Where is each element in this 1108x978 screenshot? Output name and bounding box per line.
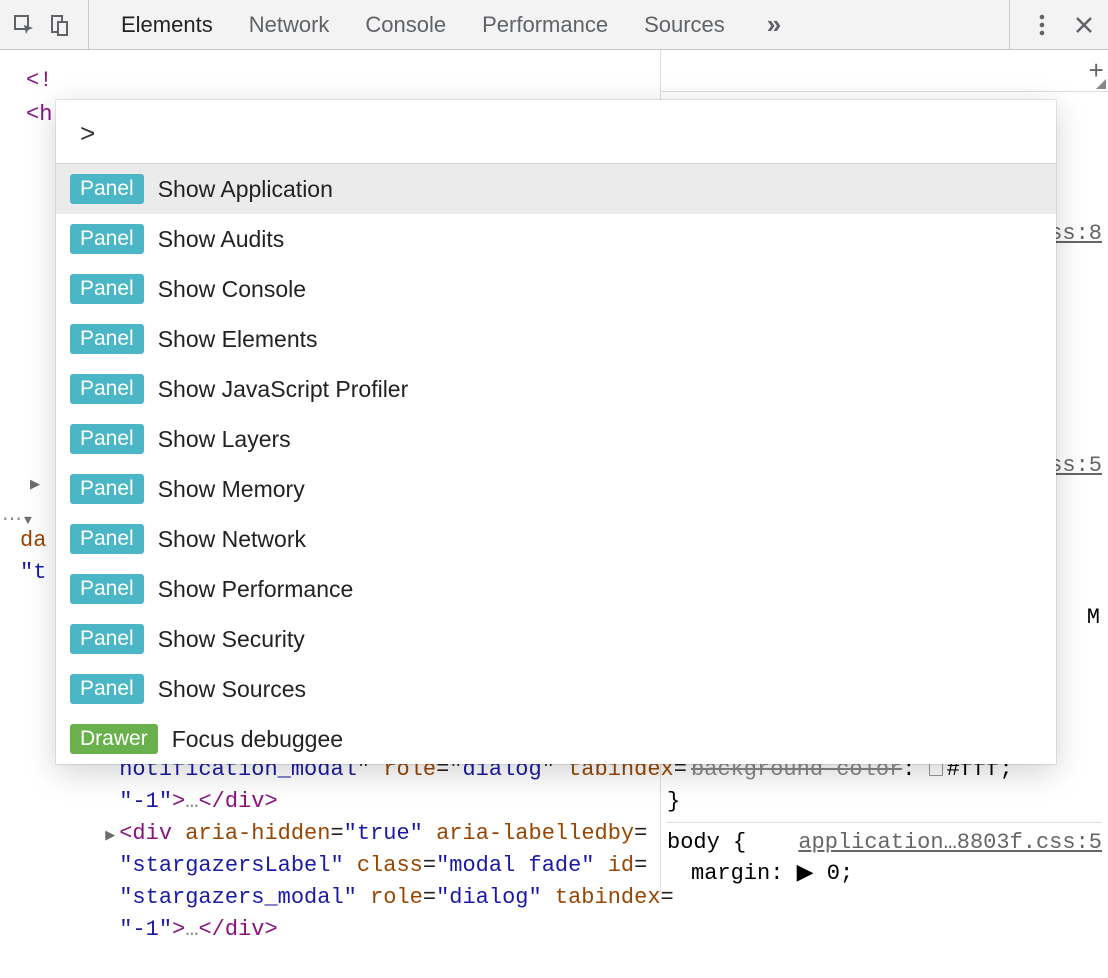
toolbar-left-group xyxy=(8,0,89,49)
command-item-label: Show Security xyxy=(158,626,305,653)
command-item[interactable]: Panel Show Memory xyxy=(56,464,1056,514)
command-item-label: Show Memory xyxy=(158,476,305,503)
css-source-link[interactable]: ss:5 xyxy=(1049,450,1102,482)
command-item[interactable]: Panel Show JavaScript Profiler xyxy=(56,364,1056,414)
command-item[interactable]: Panel Show Security xyxy=(56,614,1056,664)
panel-badge: Panel xyxy=(70,424,144,454)
css-brace: } xyxy=(667,786,680,818)
command-item-label: Show Sources xyxy=(158,676,306,703)
more-tabs-icon[interactable]: » xyxy=(757,9,789,40)
device-toggle-icon[interactable] xyxy=(44,9,76,41)
drawer-badge: Drawer xyxy=(70,724,158,754)
panel-badge: Panel xyxy=(70,324,144,354)
command-item[interactable]: Panel Show Performance xyxy=(56,564,1056,614)
command-menu: > PanelShow ApplicationPanelShow AuditsP… xyxy=(56,100,1056,764)
command-item-label: Show Network xyxy=(158,526,306,553)
tab-performance[interactable]: Performance xyxy=(478,0,612,49)
main-area: <! <h da "t notification_modal" role="di… xyxy=(0,50,1108,892)
command-item-label: Show JavaScript Profiler xyxy=(158,376,409,403)
expand-shorthand-icon[interactable]: ▶ xyxy=(797,861,814,886)
command-item[interactable]: Panel Show Sources xyxy=(56,664,1056,714)
command-item-label: Show Elements xyxy=(158,326,318,353)
command-prompt-icon: > xyxy=(80,118,95,149)
style-text: M xyxy=(1087,602,1100,634)
panel-badge: Panel xyxy=(70,174,144,204)
close-icon[interactable] xyxy=(1068,9,1100,41)
command-item[interactable]: Panel Show Application xyxy=(56,164,1056,214)
css-value[interactable]: 0; xyxy=(827,861,853,886)
panel-badge: Panel xyxy=(70,674,144,704)
tab-elements[interactable]: Elements xyxy=(117,0,217,49)
command-item[interactable]: Panel Show Console xyxy=(56,264,1056,314)
css-property[interactable]: margin xyxy=(691,861,770,886)
command-item-label: Show Application xyxy=(158,176,333,203)
command-item[interactable]: Panel Show Network xyxy=(56,514,1056,564)
panel-badge: Panel xyxy=(70,274,144,304)
color-swatch-icon[interactable] xyxy=(929,762,943,776)
command-list: PanelShow ApplicationPanelShow AuditsPan… xyxy=(56,164,1056,764)
devtools-toolbar: Elements Network Console Performance Sou… xyxy=(0,0,1108,50)
command-item[interactable]: Panel Show Elements xyxy=(56,314,1056,364)
command-item-label: Show Audits xyxy=(158,226,285,253)
inspect-element-icon[interactable] xyxy=(8,9,40,41)
command-item[interactable]: Drawer Focus debuggee xyxy=(56,714,1056,764)
panel-badge: Panel xyxy=(70,374,144,404)
command-item[interactable]: Panel Show Layers xyxy=(56,414,1056,464)
command-input-row: > xyxy=(56,100,1056,164)
tab-network[interactable]: Network xyxy=(245,0,334,49)
command-item-label: Show Layers xyxy=(158,426,291,453)
command-input[interactable] xyxy=(105,118,1032,149)
tab-console[interactable]: Console xyxy=(361,0,450,49)
panel-badge: Panel xyxy=(70,524,144,554)
panel-badge: Panel xyxy=(70,474,144,504)
command-item-label: Show Console xyxy=(158,276,306,303)
panel-tabs: Elements Network Console Performance Sou… xyxy=(89,0,789,49)
kebab-menu-icon[interactable] xyxy=(1026,9,1058,41)
resize-corner-icon[interactable] xyxy=(1096,79,1106,89)
command-item-label: Focus debuggee xyxy=(172,726,343,753)
css-selector[interactable]: body { xyxy=(667,830,746,855)
command-item[interactable]: Panel Show Audits xyxy=(56,214,1056,264)
panel-badge: Panel xyxy=(70,574,144,604)
css-source-link[interactable]: application…8803f.css:5 xyxy=(798,827,1102,859)
tab-sources[interactable]: Sources xyxy=(640,0,729,49)
styles-toolbar: + xyxy=(661,50,1108,92)
panel-badge: Panel xyxy=(70,224,144,254)
panel-badge: Panel xyxy=(70,624,144,654)
css-source-link[interactable]: ss:8 xyxy=(1049,218,1102,250)
command-item-label: Show Performance xyxy=(158,576,354,603)
toolbar-right-group xyxy=(1009,0,1100,49)
